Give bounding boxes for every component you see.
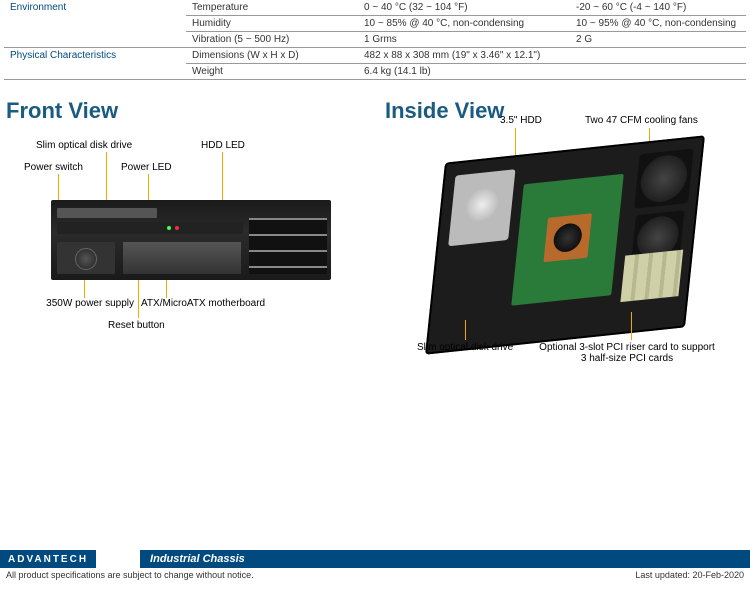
callout-reset: Reset button: [108, 320, 165, 331]
chassis-front-image: [51, 200, 331, 280]
callout-power-led: Power LED: [121, 162, 172, 173]
spec-label: Temperature: [186, 0, 358, 16]
footer: ADVANTECH Industrial Chassis All product…: [0, 550, 750, 582]
spec-table: Environment Temperature 0 ~ 40 °C (32 ~ …: [4, 0, 746, 80]
spec-value: 0 ~ 40 °C (32 ~ 104 °F): [358, 0, 570, 16]
spec-label: Vibration (5 ~ 500 Hz): [186, 32, 358, 48]
callout-fans: Two 47 CFM cooling fans: [585, 115, 698, 126]
front-view-heading: Front View: [6, 98, 365, 124]
spec-value: 2 G: [570, 32, 746, 48]
brand-logo: ADVANTECH: [0, 550, 96, 568]
spec-value: 10 ~ 85% @ 40 °C, non-condensing: [358, 16, 570, 32]
callout-mb: ATX/MicroATX motherboard: [141, 298, 265, 309]
spec-value: 1 Grms: [358, 32, 570, 48]
footer-notice: All product specifications are subject t…: [6, 570, 254, 580]
callout-power-switch: Power switch: [24, 162, 83, 173]
callout-hdd-led: HDD LED: [201, 140, 245, 151]
spec-label: Weight: [186, 64, 358, 80]
footer-category: Industrial Chassis: [140, 550, 750, 568]
front-view-panel: Front View Slim optical disk drive HDD L…: [6, 80, 365, 360]
spec-label: Humidity: [186, 16, 358, 32]
table-row: Physical Characteristics Dimensions (W x…: [4, 48, 746, 64]
spec-value: 6.4 kg (14.1 lb): [358, 64, 746, 80]
callout-inside-odd: Slim optical disk drive: [417, 342, 513, 353]
callout-riser: Optional 3-slot PCI riser card to suppor…: [537, 342, 717, 364]
callout-psu: 350W power supply: [24, 298, 134, 309]
category-cell: Environment: [4, 0, 186, 48]
spec-label: Dimensions (W x H x D): [186, 48, 358, 64]
footer-updated: Last updated: 20-Feb-2020: [635, 570, 744, 580]
table-row: Environment Temperature 0 ~ 40 °C (32 ~ …: [4, 0, 746, 16]
spec-value: 482 x 88 x 308 mm (19" x 3.46" x 12.1"): [358, 48, 746, 64]
spec-value: 10 ~ 95% @ 40 °C, non-condensing: [570, 16, 746, 32]
category-cell: Physical Characteristics: [4, 48, 186, 80]
callout-hdd: 3.5" HDD: [500, 115, 542, 126]
inside-view-panel: Inside View 3.5" HDD Two 47 CFM cooling …: [385, 80, 744, 390]
spec-value: -20 ~ 60 °C (-4 ~ 140 °F): [570, 0, 746, 16]
callout-slim-odd: Slim optical disk drive: [36, 140, 132, 151]
chassis-inside-image: [425, 135, 705, 354]
